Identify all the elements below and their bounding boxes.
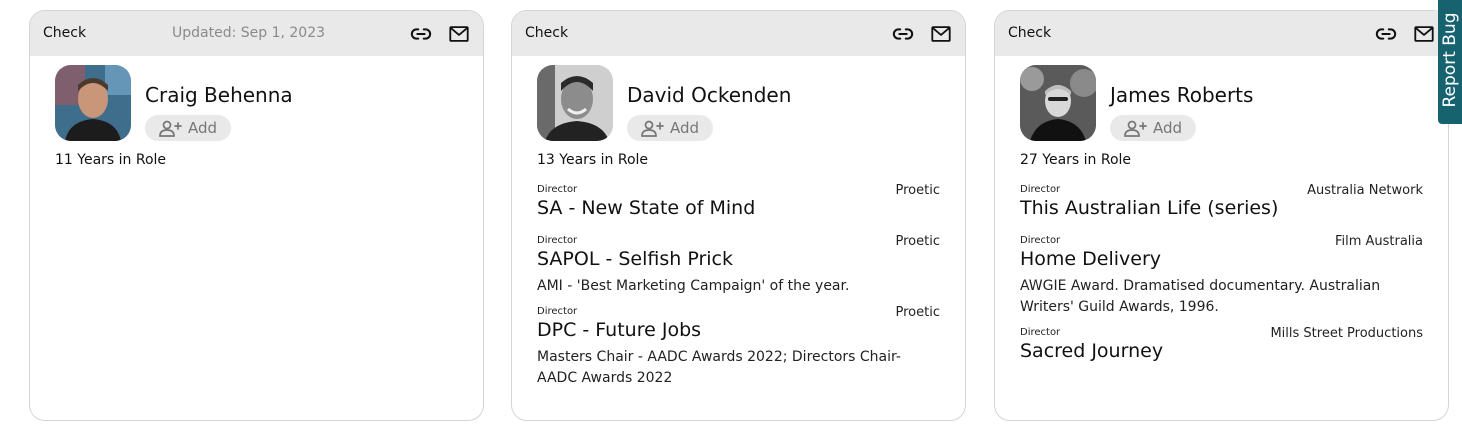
years-in-role: 13 Years in Role [537,152,649,168]
person-name[interactable]: Craig Behenna [145,83,293,107]
mail-icon[interactable] [1413,23,1435,45]
avatar [1020,65,1096,141]
report-bug-label: Report Bug [1440,12,1460,108]
credit-role: Director [1020,184,1061,195]
credit-role: Director [1020,327,1061,338]
credit-title: Home Delivery [1020,248,1162,270]
credit-award: AWGIE Award. Dramatised documentary. Aus… [1020,278,1381,315]
mail-icon[interactable] [448,23,470,45]
add-label: Add [1153,119,1183,137]
credit-award: AMI - 'Best Marketing Campaign' of the y… [537,278,850,294]
contact-card-david-ockenden: Check David Ockenden Add 13 Years in Rol… [511,10,966,421]
avatar [537,65,613,141]
card-header: Check [995,11,1448,56]
link-icon[interactable] [892,23,914,45]
check-label[interactable]: Check [43,25,86,41]
credit-role: Director [537,306,578,317]
check-label[interactable]: Check [1008,25,1051,41]
credit-role: Director [1020,235,1061,246]
credit-company: Australia Network [1307,183,1423,198]
person-name[interactable]: David Ockenden [627,83,791,107]
link-icon[interactable] [1375,23,1397,45]
add-person-icon [1123,119,1147,137]
add-button[interactable]: Add [145,115,231,141]
report-bug-tab[interactable]: Report Bug [1438,0,1462,124]
check-label[interactable]: Check [525,25,568,41]
contact-card-craig-behenna: Check Updated: Sep 1, 2023 Craig Behenna… [29,10,484,421]
add-button[interactable]: Add [1110,115,1196,141]
updated-date: Updated: Sep 1, 2023 [172,25,326,41]
avatar [55,65,131,141]
person-name[interactable]: James Roberts [1110,83,1253,107]
card-header: Check [512,11,965,56]
credit-title: SA - New State of Mind [537,197,756,219]
contact-card-james-roberts: Check James Roberts Add 27 Years in Role… [994,10,1449,421]
add-person-icon [158,119,182,137]
credit-company: Film Australia [1334,234,1423,249]
add-person-icon [640,119,664,137]
credit-company: Mills Street Productions [1270,326,1423,341]
credit-title: SAPOL - Selfish Prick [537,248,733,270]
credit-role: Director [537,235,578,246]
years-in-role: 11 Years in Role [55,152,167,168]
credit-role: Director [537,184,578,195]
credit-company: Proetic [895,234,940,249]
credit-company: Proetic [895,305,940,320]
add-button[interactable]: Add [627,115,713,141]
years-in-role: 27 Years in Role [1020,152,1132,168]
card-header: Check Updated: Sep 1, 2023 [30,11,483,56]
mail-icon[interactable] [930,23,952,45]
link-icon[interactable] [410,23,432,45]
credit-award: Masters Chair - AADC Awards 2022; Direct… [537,349,901,386]
credit-title: Sacred Journey [1020,340,1164,362]
add-label: Add [188,119,218,137]
credit-company: Proetic [895,183,940,198]
add-label: Add [670,119,700,137]
credit-title: DPC - Future Jobs [537,319,702,341]
credit-title: This Australian Life (series) [1020,197,1279,219]
